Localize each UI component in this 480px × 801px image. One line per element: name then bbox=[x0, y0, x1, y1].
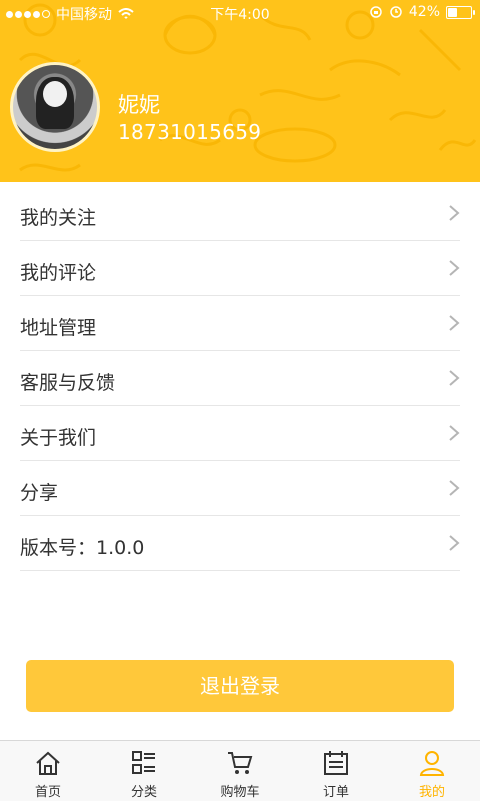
tab-label: 我的 bbox=[418, 785, 445, 800]
chevron-right-icon bbox=[449, 370, 460, 386]
tab-label: 订单 bbox=[322, 785, 349, 800]
tab-label: 首页 bbox=[34, 785, 61, 800]
menu-item-about[interactable]: 关于我们 bbox=[20, 406, 460, 461]
battery-percent: 42% bbox=[408, 4, 440, 20]
status-bar: 中国移动 下午4:00 42% bbox=[0, 0, 480, 26]
menu-item-label: 版本号：1.0.0 bbox=[20, 537, 145, 559]
alarm-icon bbox=[390, 6, 402, 18]
menu-item-label: 我的关注 bbox=[20, 207, 97, 229]
battery-icon bbox=[446, 5, 475, 19]
menu-item-version[interactable]: 版本号：1.0.0 bbox=[20, 516, 460, 571]
menu-item-share[interactable]: 分享 bbox=[20, 461, 460, 516]
settings-menu: 我的关注 我的评论 地址管理 客服与反馈 关于我们 分享 版本号：1.0.0 bbox=[0, 186, 480, 571]
user-name: 妮妮 bbox=[118, 93, 160, 117]
home-icon bbox=[36, 751, 60, 775]
avatar-face bbox=[43, 81, 67, 107]
logout-button[interactable]: 退出登录 bbox=[26, 660, 454, 712]
avatar[interactable] bbox=[10, 62, 100, 152]
chevron-right-icon bbox=[449, 425, 460, 441]
tab-cart[interactable]: 购物车 bbox=[192, 741, 288, 801]
lock-rotation-icon bbox=[370, 6, 382, 18]
battery-fill bbox=[448, 7, 457, 17]
chevron-right-icon bbox=[449, 315, 460, 331]
menu-item-label: 客服与反馈 bbox=[20, 372, 116, 394]
tab-mine[interactable]: 我的 bbox=[384, 741, 480, 801]
menu-item-label: 地址管理 bbox=[20, 317, 97, 339]
tab-category[interactable]: 分类 bbox=[96, 741, 192, 801]
menu-item-comments[interactable]: 我的评论 bbox=[20, 241, 460, 296]
order-icon bbox=[324, 751, 348, 775]
category-icon bbox=[132, 751, 155, 774]
chevron-right-icon bbox=[449, 205, 460, 221]
menu-item-label: 关于我们 bbox=[20, 427, 97, 449]
bottom-tab-bar: 首页 分类 购物车 订单 我的 bbox=[0, 740, 480, 801]
profile-header: 中国移动 下午4:00 42% 妮妮 18731015659 bbox=[0, 0, 480, 182]
menu-item-address[interactable]: 地址管理 bbox=[20, 296, 460, 351]
menu-item-follow[interactable]: 我的关注 bbox=[20, 186, 460, 241]
tab-label: 分类 bbox=[130, 785, 157, 800]
cart-icon bbox=[228, 752, 253, 774]
tab-orders[interactable]: 订单 bbox=[288, 741, 384, 801]
menu-item-support[interactable]: 客服与反馈 bbox=[20, 351, 460, 406]
chevron-right-icon bbox=[449, 535, 460, 551]
chevron-right-icon bbox=[449, 260, 460, 276]
tab-label: 购物车 bbox=[220, 785, 260, 800]
chevron-right-icon bbox=[449, 480, 460, 496]
tab-home[interactable]: 首页 bbox=[0, 741, 96, 801]
user-phone: 18731015659 bbox=[118, 120, 262, 144]
menu-item-label: 分享 bbox=[20, 482, 59, 504]
user-icon bbox=[419, 751, 445, 776]
menu-item-label: 我的评论 bbox=[20, 262, 97, 284]
